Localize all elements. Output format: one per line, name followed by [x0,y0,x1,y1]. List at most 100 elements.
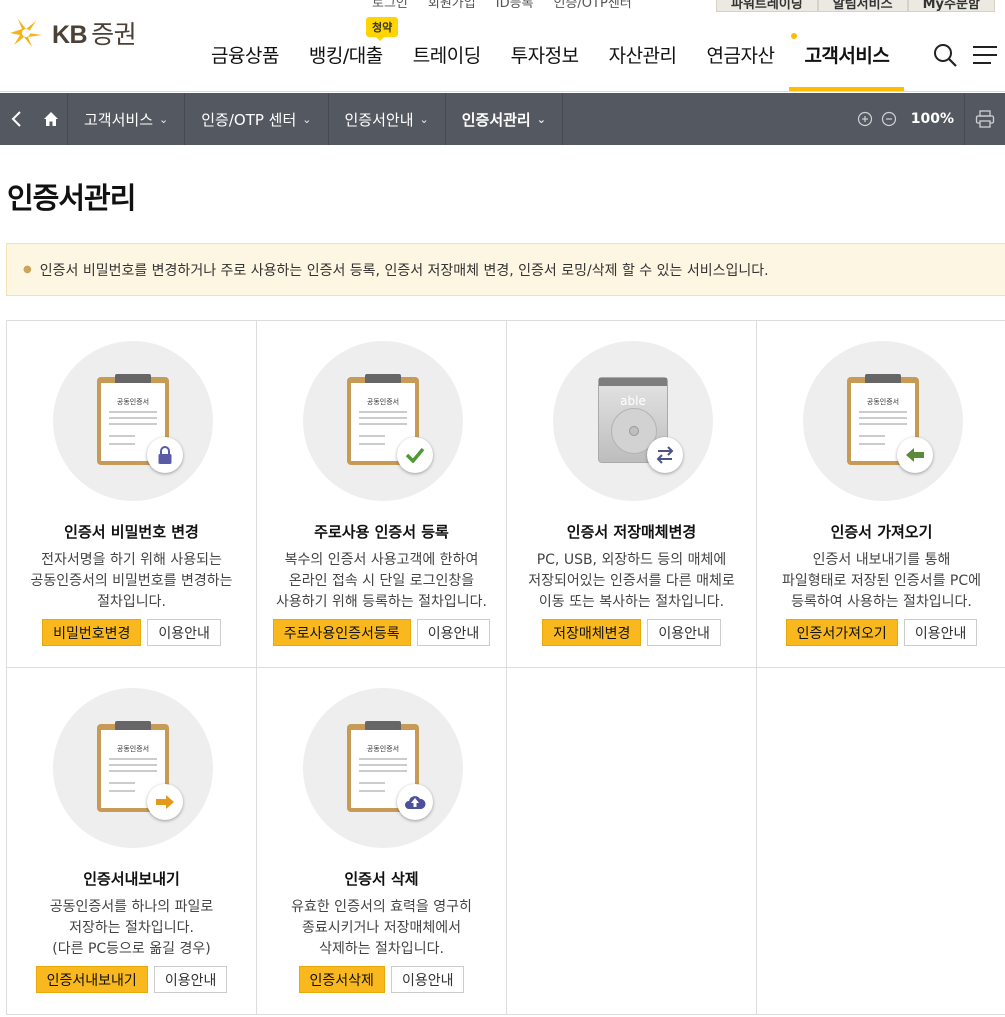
change-password-button[interactable]: 비밀번호변경 [42,619,142,646]
zoom-out-button[interactable] [877,107,901,131]
usage-guide-button[interactable]: 이용안내 [647,619,721,646]
alert-service-tab[interactable]: 알림서비스 [817,0,908,12]
card-icon-circle: able [553,341,713,501]
home-button[interactable] [34,93,68,145]
breadcrumb-label: 인증/OTP 센터 [201,110,297,129]
signup-link[interactable]: 회원가입 [428,0,476,11]
register-main-cert-button[interactable]: 주로사용인증서등록 [272,619,411,646]
empty-cell [757,668,1005,1015]
card-icon-circle: 공동인증서 [53,341,213,501]
check-icon [397,437,433,473]
chevron-down-icon: ⌄ [302,112,312,126]
card-title: 인증서 삭제 [344,870,419,888]
card-change-password: 공동인증서 인증서 비밀번호 변경 전자서명을 하기 위해 사용되는 공동인증서… [7,321,257,668]
page-tools: 100% [853,93,1005,145]
bullet-icon: ● [23,264,32,275]
breadcrumb: 고객서비스 ⌄ 인증/OTP 센터 ⌄ 인증서안내 ⌄ 인증서관리 ⌄ 100% [0,93,1005,145]
info-notice: ● 인증서 비밀번호를 변경하거나 주로 사용하는 인증서 등록, 인증서 저장… [6,243,1005,296]
page-title: 인증서관리 [7,181,136,215]
usage-guide-button[interactable]: 이용안내 [903,619,978,646]
zoom-out-icon [881,111,896,127]
breadcrumb-customer-service[interactable]: 고객서비스 ⌄ [68,93,186,145]
card-icon-circle: 공동인증서 [803,341,963,501]
usage-guide-button[interactable]: 이용안내 [147,619,221,646]
usage-guide-button[interactable]: 이용안내 [390,966,465,993]
search-icon[interactable] [932,42,958,68]
kb-star-icon [10,19,42,47]
nav-pension-assets[interactable]: 연금자산 [692,43,790,69]
zoom-level: 100% [910,111,954,127]
breadcrumb-label: 인증서안내 [344,110,414,129]
arrow-right-icon [147,784,183,820]
card-title: 인증서내보내기 [83,870,180,888]
lock-icon [147,437,183,473]
chevron-down-icon: ⌄ [419,112,429,126]
home-icon [43,112,58,126]
delete-cert-button[interactable]: 인증서삭제 [298,966,385,993]
card-actions: 비밀번호변경 이용안내 [7,619,256,646]
card-actions: 인증서내보내기 이용안내 [7,966,256,993]
card-description: 유효한 인증서의 효력을 영구히 종료시키거나 저장매체에서 삭제하는 절차입니… [291,899,472,957]
swap-arrows-icon [647,437,683,473]
card-change-storage: able 인증서 저장매체변경 PC, USB, 외장하드 등의 매체에 저장되… [507,321,757,668]
nav-banking-loans[interactable]: 뱅킹/대출 [294,43,398,69]
breadcrumb-cert-management[interactable]: 인증서관리 ⌄ [446,93,563,145]
kb-logo[interactable]: KB 증권 [6,15,137,51]
card-icon-circle: 공동인증서 [303,688,463,848]
nav-customer-service[interactable]: 고객서비스 [789,33,905,91]
hamburger-menu-icon[interactable] [972,44,998,66]
card-description: 복수의 인증서 사용고객에 한하여 온라인 접속 시 단일 로그인창을 사용하기… [276,552,487,610]
chevron-down-icon: ⌄ [159,112,169,126]
breadcrumb-label: 인증서관리 [461,110,531,129]
card-description: 공동인증서를 하나의 파일로 저장하는 절차입니다. (다른 PC등으로 옮길 … [49,899,214,957]
subscription-badge: 청약 [366,17,399,41]
usage-guide-button[interactable]: 이용안내 [416,619,491,646]
arrow-left-icon [897,437,933,473]
back-button[interactable] [0,93,34,145]
utility-tabs: 파워트레이딩 알림서비스 My주문함 [716,0,995,12]
breadcrumb-cert-otp-center[interactable]: 인증/OTP 센터 ⌄ [185,93,329,145]
card-export-cert: 공동인증서 인증서내보내기 공동인증서를 하나의 파일로 저장하는 절차입니다.… [7,668,257,1015]
card-actions: 주로사용인증서등록 이용안내 [257,619,506,646]
card-description: 전자서명을 하기 위해 사용되는 공동인증서의 비밀번호를 변경하는 절차입니다… [30,552,233,610]
site-header: 로그인 회원가입 ID등록 인증/OTP센터 파워트레이딩 알림서비스 My주문… [0,0,1005,92]
card-title: 인증서 저장매체변경 [566,523,697,541]
print-button[interactable] [964,93,1001,145]
login-link[interactable]: 로그인 [372,0,408,11]
export-cert-button[interactable]: 인증서내보내기 [35,966,148,993]
chevron-down-icon: ⌄ [536,112,546,126]
nav-investment-info[interactable]: 투자정보 [496,43,594,69]
id-register-link[interactable]: ID등록 [496,0,534,11]
my-orders-tab[interactable]: My주문함 [907,0,995,12]
utility-links: 로그인 회원가입 ID등록 인증/OTP센터 [372,0,632,11]
card-actions: 저장매체변경 이용안내 [507,619,756,646]
notice-text: 인증서 비밀번호를 변경하거나 주로 사용하는 인증서 등록, 인증서 저장매체… [39,262,769,279]
zoom-in-icon [857,111,872,127]
card-title: 주로사용 인증서 등록 [314,523,449,541]
card-actions: 인증서가져오기 이용안내 [757,619,1005,646]
import-cert-button[interactable]: 인증서가져오기 [785,619,898,646]
nav-asset-management[interactable]: 자산관리 [594,43,692,69]
zoom-in-button[interactable] [853,107,877,131]
change-storage-button[interactable]: 저장매체변경 [542,619,642,646]
nav-trading[interactable]: 트레이딩 [398,43,496,69]
cert-otp-link[interactable]: 인증/OTP센터 [554,0,632,11]
card-icon-circle: 공동인증서 [53,688,213,848]
card-delete-cert: 공동인증서 인증서 삭제 유효한 인증서의 효력을 영구히 종료시키거나 저장매… [257,668,507,1015]
printer-icon [975,110,995,128]
breadcrumb-cert-guide[interactable]: 인증서안내 ⌄ [329,93,446,145]
cloud-upload-icon [397,784,433,820]
card-description: PC, USB, 외장하드 등의 매체에 저장되어있는 인증서를 다른 매체로 … [528,552,735,610]
empty-cell [507,668,757,1015]
power-trading-tab[interactable]: 파워트레이딩 [716,0,818,12]
card-description: 인증서 내보내기를 통해 파일형태로 저장된 인증서를 PC에 등록하여 사용하… [781,552,981,610]
logo-text: KB 증권 [52,21,137,49]
chevron-left-icon [11,111,21,127]
card-icon-circle: 공동인증서 [303,341,463,501]
card-title: 인증서 비밀번호 변경 [64,523,199,541]
main-nav: 금융상품 뱅킹/대출 트레이딩 투자정보 자산관리 연금자산 고객서비스 [196,33,905,91]
usage-guide-button[interactable]: 이용안내 [153,966,228,993]
cert-service-grid: 공동인증서 인증서 비밀번호 변경 전자서명을 하기 위해 사용되는 공동인증서… [6,320,1005,1015]
nav-financial-products[interactable]: 금융상품 [196,43,294,69]
breadcrumb-label: 고객서비스 [84,110,154,129]
